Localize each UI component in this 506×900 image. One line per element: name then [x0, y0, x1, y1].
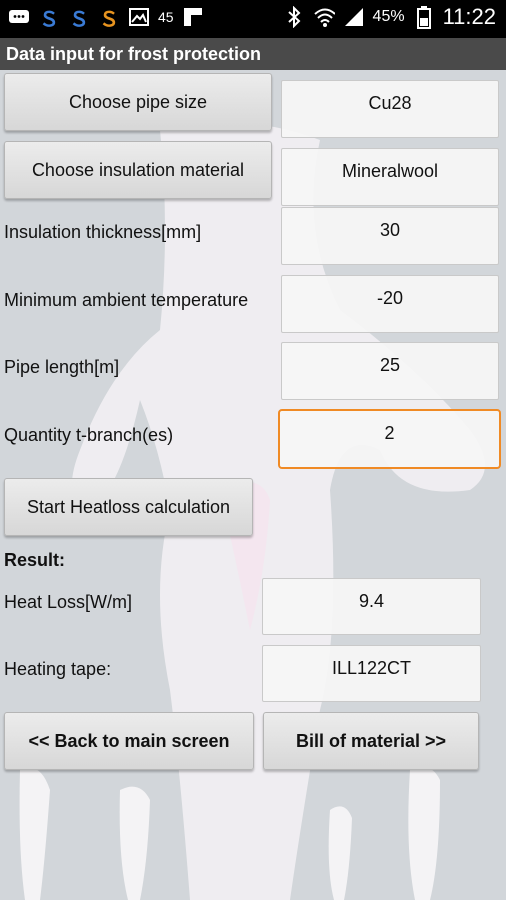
battery-icon — [413, 6, 435, 29]
pipe-size-field: Cu28 — [281, 80, 499, 138]
t-branches-label: Quantity t-branch(es) — [4, 425, 174, 445]
result-heading: Result: — [4, 550, 66, 570]
message-icon — [8, 6, 30, 28]
insulation-thickness-label: Insulation thickness[mm] — [4, 222, 202, 242]
signal-icon — [343, 6, 365, 28]
bill-of-material-button[interactable]: Bill of material >> — [263, 712, 479, 770]
s-app-icon: Ｓ — [39, 8, 59, 31]
image-icon — [128, 6, 150, 28]
heat-loss-value: 9.4 — [262, 578, 481, 635]
window-title: Data input for frost protection — [0, 38, 506, 70]
pipe-length-label: Pipe length[m] — [4, 357, 120, 377]
min-ambient-temp-label: Minimum ambient temperature — [4, 290, 249, 310]
back-to-main-screen-button[interactable]: << Back to main screen — [4, 712, 254, 770]
choose-insulation-material-button[interactable]: Choose insulation material — [4, 141, 272, 199]
insulation-thickness-input[interactable]: 30 — [281, 207, 499, 265]
heating-tape-label: Heating tape: — [4, 659, 112, 679]
pipe-length-input[interactable]: 25 — [281, 342, 499, 400]
s-app-icon-2: Ｓ — [69, 8, 89, 31]
heating-tape-value: ILL122CT — [262, 645, 481, 702]
bluetooth-icon — [283, 6, 305, 28]
heat-loss-label: Heat Loss[W/m] — [4, 592, 133, 612]
battery-percent: 45% — [372, 8, 405, 25]
wifi-icon — [313, 6, 335, 28]
t-branches-input[interactable]: 2 — [278, 409, 501, 469]
insulation-material-field: Mineralwool — [281, 148, 499, 206]
battery-percent-small: 45 — [158, 9, 174, 25]
flipboard-icon — [182, 6, 204, 28]
status-bar: Ｓ Ｓ Ｓ 45 45% 11:22 — [0, 0, 506, 38]
choose-pipe-size-button[interactable]: Choose pipe size — [4, 73, 272, 131]
min-ambient-temp-input[interactable]: -20 — [281, 275, 499, 333]
start-heatloss-calculation-button[interactable]: Start Heatloss calculation — [4, 478, 253, 536]
clock: 11:22 — [442, 4, 496, 29]
s-app-icon-3: Ｓ — [99, 8, 119, 31]
